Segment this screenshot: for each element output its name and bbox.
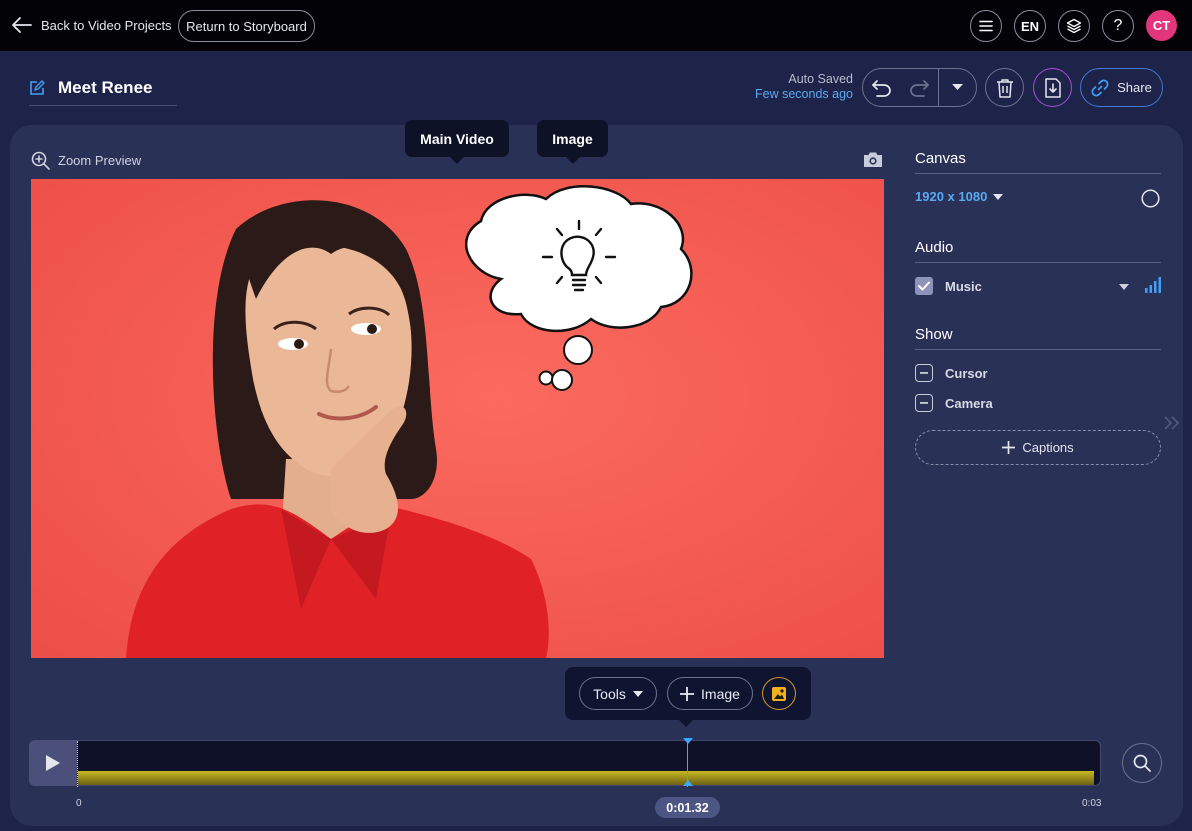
arrow-left-icon: [12, 17, 32, 33]
project-title-field[interactable]: Meet Renee: [29, 72, 177, 106]
history-dropdown-button[interactable]: [938, 69, 976, 106]
plus-icon: [1002, 441, 1016, 454]
zoom-preview-toggle[interactable]: Zoom Preview: [31, 150, 141, 170]
minus-icon: [920, 372, 928, 374]
undo-icon: [871, 79, 892, 97]
camera-checkbox[interactable]: [915, 394, 933, 412]
timeline-end-label: 0:03: [1082, 798, 1102, 809]
playhead-bottom-handle[interactable]: [683, 780, 693, 786]
back-to-projects-link[interactable]: Back to Video Projects: [12, 14, 172, 36]
link-icon: [1091, 79, 1109, 97]
check-icon: [918, 281, 930, 291]
camera-label: Camera: [945, 395, 993, 411]
video-canvas[interactable]: [31, 179, 884, 658]
image-settings-button[interactable]: [762, 677, 796, 710]
help-button[interactable]: ?: [1102, 10, 1134, 42]
avatar[interactable]: CT: [1146, 10, 1177, 41]
play-button[interactable]: [29, 740, 77, 786]
top-bar: Back to Video Projects Return to Storybo…: [0, 0, 1192, 51]
circle-outline-icon: [1141, 189, 1160, 208]
project-title: Meet Renee: [58, 78, 153, 97]
background-color-button[interactable]: [1141, 189, 1160, 208]
share-button[interactable]: Share: [1080, 68, 1163, 107]
playhead-top-handle[interactable]: [683, 738, 693, 744]
hamburger-icon: [979, 20, 993, 32]
resolution-value: 1920 x 1080: [915, 189, 988, 204]
main-video-frame: [31, 179, 884, 658]
timeline-start-label: 0: [76, 798, 82, 809]
image-icon: [772, 686, 786, 701]
delete-button[interactable]: [985, 68, 1024, 107]
current-time: 0:01.32: [655, 797, 720, 818]
snapshot-button[interactable]: [863, 151, 883, 168]
volume-bars-icon: [1145, 277, 1161, 293]
image-tooltip: Image: [537, 120, 608, 164]
caret-down-icon: [632, 690, 643, 697]
autosave-time: Few seconds ago: [755, 87, 853, 101]
cursor-checkbox[interactable]: [915, 364, 933, 382]
caret-down-icon: [993, 193, 1004, 200]
main-video-tooltip: Main Video: [405, 120, 509, 164]
redo-button[interactable]: [901, 69, 939, 106]
undo-button[interactable]: [863, 69, 901, 106]
music-checkbox[interactable]: [915, 277, 933, 295]
autosave-status: Auto Saved Few seconds ago: [740, 72, 853, 102]
caret-down-icon: [952, 84, 964, 91]
music-label: Music: [945, 278, 982, 294]
layers-button[interactable]: [1058, 10, 1090, 42]
play-icon: [45, 754, 61, 772]
layers-icon: [1066, 18, 1082, 34]
autosave-label: Auto Saved: [788, 72, 853, 86]
timeline-track[interactable]: [77, 740, 1101, 787]
cursor-label: Cursor: [945, 365, 988, 381]
menu-button[interactable]: [970, 10, 1002, 42]
add-image-label: Image: [701, 685, 740, 702]
download-button[interactable]: [1033, 68, 1072, 107]
add-image-button[interactable]: Image: [667, 677, 753, 710]
return-to-storyboard-button[interactable]: Return to Storyboard: [178, 10, 315, 42]
back-label: Back to Video Projects: [41, 17, 172, 33]
music-dropdown[interactable]: [1119, 284, 1129, 290]
timeline-zoom-button[interactable]: [1122, 743, 1162, 783]
canvas-section-title: Canvas: [915, 150, 1161, 174]
share-label: Share: [1117, 80, 1152, 95]
show-section-title: Show: [915, 326, 1161, 350]
music-toggle[interactable]: Music: [915, 276, 982, 296]
language-button[interactable]: EN: [1014, 10, 1046, 42]
audio-waveform: [78, 771, 1094, 785]
audio-section-title: Audio: [915, 239, 1161, 263]
resolution-dropdown[interactable]: 1920 x 1080: [915, 189, 1004, 204]
download-file-icon: [1044, 77, 1061, 98]
volume-button[interactable]: [1145, 277, 1161, 293]
camera-toggle[interactable]: Camera: [915, 393, 993, 413]
captions-label: Captions: [1022, 440, 1074, 455]
caret-down-icon: [1119, 284, 1129, 290]
camera-icon: [863, 151, 883, 168]
double-chevron-right-icon: [1163, 415, 1181, 431]
add-captions-button[interactable]: Captions: [915, 430, 1161, 465]
trash-icon: [996, 78, 1014, 98]
undo-redo-group: [862, 68, 977, 107]
tools-dropdown[interactable]: Tools: [579, 677, 657, 710]
redo-icon: [909, 79, 930, 97]
cursor-toggle[interactable]: Cursor: [915, 363, 988, 383]
collapse-panel-button[interactable]: [1163, 415, 1181, 431]
minus-icon: [920, 402, 928, 404]
tools-label: Tools: [593, 685, 626, 702]
zoom-in-icon: [31, 151, 50, 170]
plus-icon: [680, 686, 695, 701]
edit-icon: [29, 80, 45, 96]
zoom-preview-label: Zoom Preview: [58, 152, 142, 168]
search-icon: [1133, 754, 1151, 772]
